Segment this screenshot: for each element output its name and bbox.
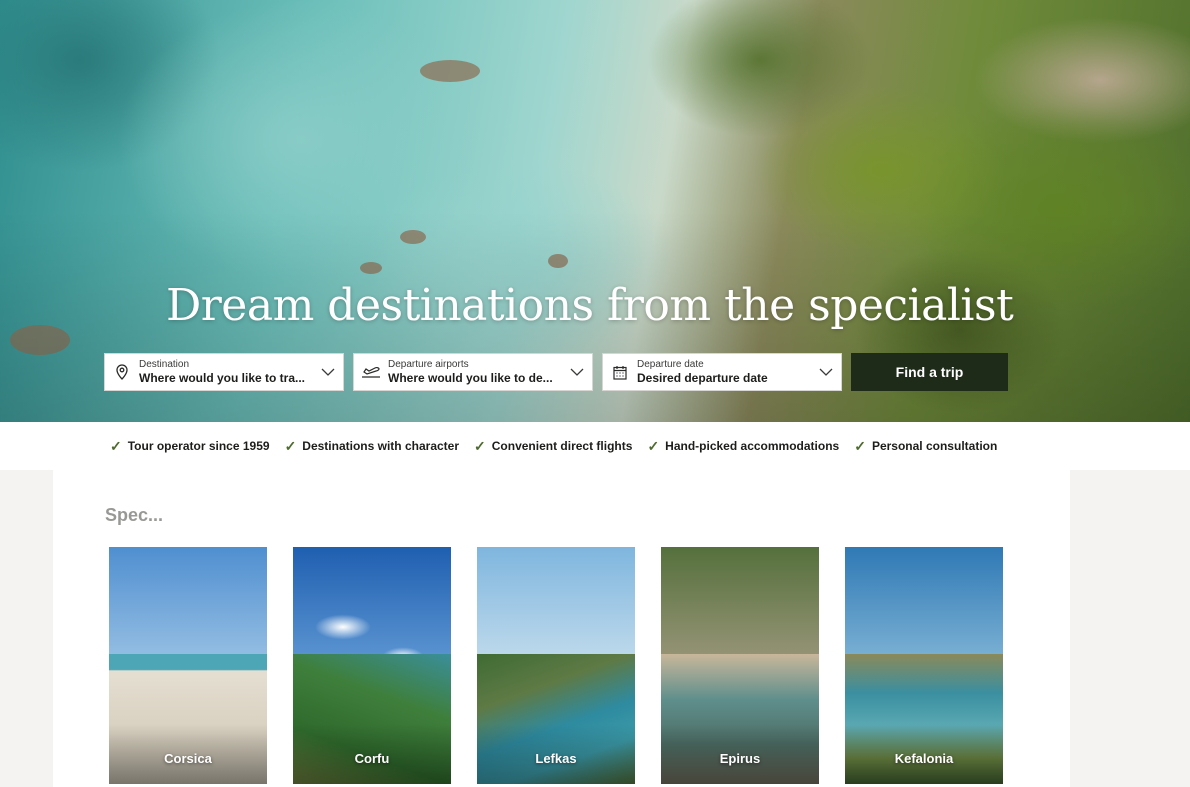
usp-item: ✓ Tour operator since 1959 bbox=[110, 438, 270, 455]
location-pin-icon bbox=[105, 364, 139, 380]
card-title: Corfu bbox=[354, 751, 390, 766]
destination-card-lefkas[interactable]: Lefkas bbox=[477, 547, 635, 784]
date-value[interactable]: Desired departure date bbox=[637, 371, 811, 385]
departure-airports-field[interactable]: Departure airports Where would you like … bbox=[353, 353, 593, 391]
usp-item: ✓ Convenient direct flights bbox=[474, 438, 632, 455]
destination-card-kefalonia[interactable]: Kefalonia bbox=[845, 547, 1003, 784]
usp-label: Convenient direct flights bbox=[491, 439, 633, 453]
destination-card-corsica[interactable]: Corsica bbox=[109, 547, 267, 784]
chevron-down-icon[interactable] bbox=[811, 368, 841, 376]
specials-section: Spec... Corsica Corfu Lefkas Epirus Kefa… bbox=[53, 470, 1070, 787]
destination-card-epirus[interactable]: Epirus bbox=[661, 547, 819, 784]
usp-label: Personal consultation bbox=[871, 439, 998, 453]
checkmark-icon: ✓ bbox=[474, 437, 486, 454]
usp-item: ✓ Hand-picked accommodations bbox=[647, 438, 839, 455]
hero-title: Dream destinations from the specialist bbox=[166, 280, 1014, 331]
airports-label: Departure airports bbox=[388, 359, 469, 370]
airplane-icon bbox=[354, 365, 388, 379]
destination-card-corfu[interactable]: Corfu bbox=[293, 547, 451, 784]
section-title: Spec... bbox=[105, 505, 164, 525]
usp-label: Tour operator since 1959 bbox=[127, 439, 270, 453]
destination-value[interactable]: Where would you like to tra... bbox=[139, 371, 313, 385]
checkmark-icon: ✓ bbox=[284, 437, 297, 454]
destination-label: Destination bbox=[139, 359, 190, 370]
checkmark-icon: ✓ bbox=[110, 437, 122, 454]
checkmark-icon: ✓ bbox=[647, 437, 660, 454]
calendar-icon bbox=[603, 365, 637, 380]
chevron-down-icon[interactable] bbox=[562, 368, 592, 376]
card-title: Corsica bbox=[164, 751, 212, 766]
airports-value[interactable]: Where would you like to de... bbox=[388, 371, 562, 385]
date-label: Departure date bbox=[637, 359, 704, 370]
usp-label: Hand-picked accommodations bbox=[665, 439, 840, 453]
usp-label: Destinations with character bbox=[302, 439, 460, 453]
checkmark-icon: ✓ bbox=[854, 437, 866, 454]
find-trip-button[interactable]: Find a trip bbox=[851, 353, 1008, 391]
usp-bar: ✓ Tour operator since 1959 ✓ Destinations … bbox=[0, 422, 1190, 470]
chevron-down-icon[interactable] bbox=[313, 368, 343, 376]
card-title: Kefalonia bbox=[894, 751, 954, 766]
usp-item: ✓ Personal consultation bbox=[854, 438, 997, 455]
destination-field[interactable]: Destination Where would you like to tra.… bbox=[104, 353, 344, 391]
page-gutter bbox=[1070, 470, 1190, 787]
departure-date-field[interactable]: Departure date Desired departure date bbox=[602, 353, 842, 391]
card-title: Lefkas bbox=[535, 751, 577, 766]
usp-item: ✓ Destinations with character bbox=[285, 438, 459, 455]
card-title: Epirus bbox=[719, 751, 761, 766]
